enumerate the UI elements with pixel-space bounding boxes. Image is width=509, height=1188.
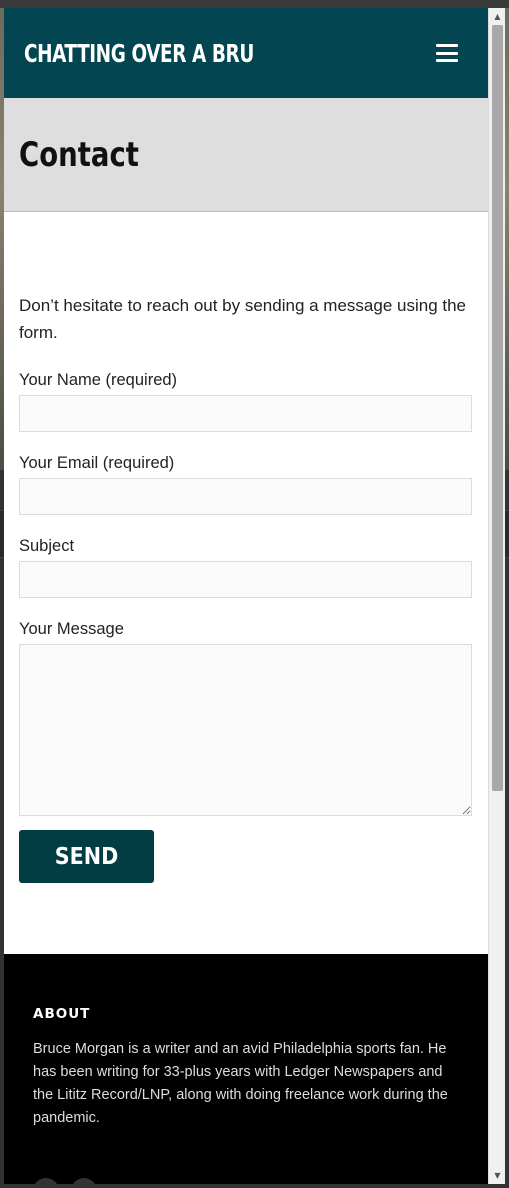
subject-input[interactable]: [19, 561, 472, 598]
intro-text: Don’t hesitate to reach out by sending a…: [19, 296, 467, 342]
site-footer: ABOUT Bruce Morgan is a writer and an av…: [4, 954, 488, 1184]
scrollbar-thumb[interactable]: [492, 25, 503, 791]
scroll-down-arrow-icon[interactable]: ▼: [489, 1167, 506, 1184]
message-textarea[interactable]: [19, 644, 472, 816]
contact-form: Your Name (required) Your Email (require…: [19, 370, 473, 883]
send-button[interactable]: SEND: [19, 830, 154, 883]
menu-line: [436, 51, 458, 55]
social-icon[interactable]: [71, 1178, 97, 1184]
browser-window: CHATTING OVER A BRU Contact Don’t hesita…: [4, 8, 488, 1184]
site-title[interactable]: CHATTING OVER A BRU: [24, 39, 254, 68]
social-icons: [33, 1178, 97, 1184]
top-edge: [0, 0, 509, 8]
name-label: Your Name (required): [19, 371, 178, 389]
message-label: Your Message: [19, 620, 124, 638]
social-icon[interactable]: [33, 1178, 59, 1184]
page-title: Contact: [19, 134, 139, 175]
vertical-scrollbar[interactable]: ▲ ▼: [488, 8, 505, 1184]
name-input[interactable]: [19, 395, 472, 432]
menu-line: [436, 59, 458, 62]
site-header: CHATTING OVER A BRU: [4, 8, 488, 98]
menu-line: [436, 44, 458, 47]
email-label: Your Email (required): [19, 454, 175, 472]
page-title-bar: Contact: [4, 98, 488, 212]
scroll-up-arrow-icon[interactable]: ▲: [489, 8, 506, 25]
about-heading: ABOUT: [33, 1006, 91, 1022]
email-input[interactable]: [19, 478, 472, 515]
contact-content: Don’t hesitate to reach out by sending a…: [4, 212, 488, 883]
hamburger-menu-icon[interactable]: [436, 44, 458, 62]
subject-label: Subject: [19, 537, 75, 555]
about-text: Bruce Morgan is a writer and an avid Phi…: [33, 1041, 448, 1126]
